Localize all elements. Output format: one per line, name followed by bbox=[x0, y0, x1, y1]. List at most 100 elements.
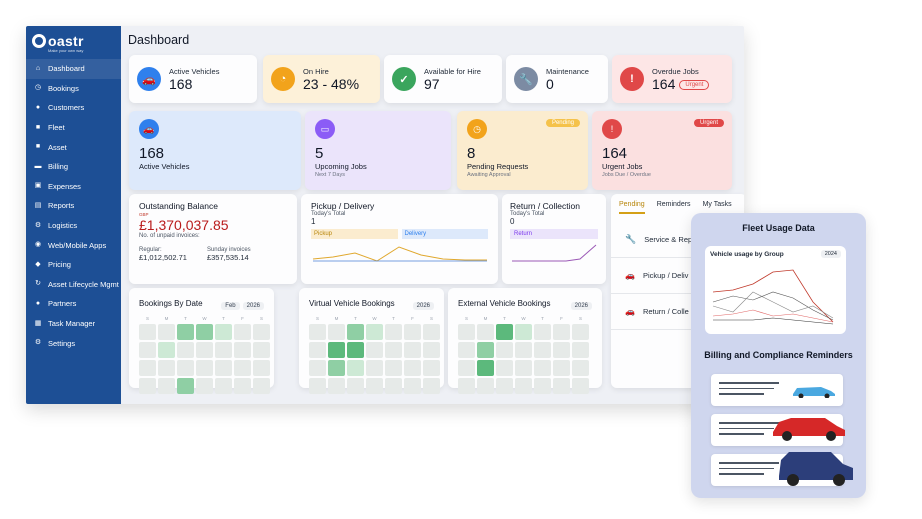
calendar-day[interactable] bbox=[458, 324, 475, 340]
sidebar-item-dashboard[interactable]: ⌂ Dashboard bbox=[26, 59, 121, 79]
kpi-available-for-hire[interactable]: ✓ Available for Hire 97 bbox=[384, 55, 502, 103]
calendar-day[interactable] bbox=[423, 324, 440, 340]
calendar-day[interactable] bbox=[458, 342, 475, 358]
summary-card-pending-requests[interactable]: ◷ Pending 8 Pending Requests Awaiting Ap… bbox=[457, 111, 588, 190]
brand-logo[interactable]: oastr Make your own way bbox=[26, 26, 121, 56]
calendar-day[interactable] bbox=[404, 342, 421, 358]
year-select[interactable]: 2026 bbox=[242, 302, 264, 310]
calendar-day[interactable] bbox=[253, 360, 270, 376]
calendar-day[interactable] bbox=[496, 324, 513, 340]
calendar-day[interactable] bbox=[253, 378, 270, 394]
sidebar-item-settings[interactable]: ⚙ Settings bbox=[26, 333, 121, 353]
calendar-day[interactable] bbox=[385, 342, 402, 358]
sidebar-item-customers[interactable]: ● Customers bbox=[26, 98, 121, 118]
calendar-day[interactable] bbox=[553, 360, 570, 376]
year-select[interactable]: 2026 bbox=[412, 302, 434, 310]
calendar-day[interactable] bbox=[328, 324, 345, 340]
calendar-day[interactable] bbox=[234, 342, 251, 358]
calendar-day[interactable] bbox=[234, 360, 251, 376]
kpi-maintenance[interactable]: 🔧 Maintenance 0 bbox=[506, 55, 608, 103]
calendar-day[interactable] bbox=[553, 342, 570, 358]
calendar-day[interactable] bbox=[477, 324, 494, 340]
calendar-day[interactable] bbox=[215, 360, 232, 376]
calendar-day[interactable] bbox=[139, 360, 156, 376]
sidebar-item-web-mobile-apps[interactable]: ◉ Web/Mobile Apps bbox=[26, 235, 121, 255]
tab-reminders[interactable]: Reminders bbox=[657, 201, 691, 214]
sidebar-item-task-manager[interactable]: ▦ Task Manager bbox=[26, 314, 121, 334]
calendar-day[interactable] bbox=[158, 324, 175, 340]
calendar-day[interactable] bbox=[572, 324, 589, 340]
calendar-day[interactable] bbox=[477, 360, 494, 376]
calendar-day[interactable] bbox=[553, 378, 570, 394]
calendar-day[interactable] bbox=[458, 378, 475, 394]
sidebar-item-asset-lifecycle-mgmt[interactable]: ↻ Asset Lifecycle Mgmt bbox=[26, 275, 121, 295]
reminder-card[interactable] bbox=[711, 414, 845, 446]
sidebar-item-partners[interactable]: ● Partners bbox=[26, 294, 121, 314]
sidebar-item-expenses[interactable]: ▣ Expenses bbox=[26, 177, 121, 197]
calendar-day[interactable] bbox=[347, 360, 364, 376]
summary-card-active-vehicles[interactable]: 🚗 168 Active Vehicles bbox=[129, 111, 301, 190]
calendar-day[interactable] bbox=[328, 360, 345, 376]
sidebar-item-asset[interactable]: ■ Asset bbox=[26, 137, 121, 157]
calendar-day[interactable] bbox=[553, 324, 570, 340]
calendar-day[interactable] bbox=[196, 342, 213, 358]
calendar-day[interactable] bbox=[458, 360, 475, 376]
sidebar-item-pricing[interactable]: ◆ Pricing bbox=[26, 255, 121, 275]
kpi-on-hire[interactable]: ◔ On Hire 23 - 48% bbox=[263, 55, 380, 103]
calendar-day[interactable] bbox=[253, 324, 270, 340]
chart-year-select[interactable]: 2024 bbox=[820, 250, 841, 258]
calendar-day[interactable] bbox=[366, 324, 383, 340]
calendar-day[interactable] bbox=[572, 378, 589, 394]
calendar-day[interactable] bbox=[309, 324, 326, 340]
calendar-day[interactable] bbox=[196, 324, 213, 340]
tab-pending[interactable]: Pending bbox=[619, 201, 645, 214]
calendar-day[interactable] bbox=[328, 378, 345, 394]
calendar-day[interactable] bbox=[366, 378, 383, 394]
calendar-day[interactable] bbox=[139, 324, 156, 340]
calendar-day[interactable] bbox=[139, 378, 156, 394]
calendar-day[interactable] bbox=[196, 378, 213, 394]
calendar-day[interactable] bbox=[215, 324, 232, 340]
sidebar-item-fleet[interactable]: ■ Fleet bbox=[26, 118, 121, 138]
calendar-day[interactable] bbox=[404, 324, 421, 340]
calendar-day[interactable] bbox=[309, 360, 326, 376]
pickup-delivery-card[interactable]: Pickup / Delivery Today's Total 1 Pickup… bbox=[301, 194, 498, 284]
calendar-day[interactable] bbox=[534, 342, 551, 358]
calendar-day[interactable] bbox=[385, 324, 402, 340]
calendar-day[interactable] bbox=[234, 378, 251, 394]
reminder-card[interactable] bbox=[711, 452, 853, 486]
calendar-day[interactable] bbox=[366, 342, 383, 358]
calendar-day[interactable] bbox=[404, 360, 421, 376]
calendar-day[interactable] bbox=[309, 342, 326, 358]
summary-card-upcoming-jobs[interactable]: ▭ 5 Upcoming Jobs Next 7 Days bbox=[305, 111, 451, 190]
summary-card-urgent-jobs[interactable]: ! Urgent 164 Urgent Jobs Jobs Due / Over… bbox=[592, 111, 732, 190]
calendar-day[interactable] bbox=[385, 378, 402, 394]
calendar-day[interactable] bbox=[423, 360, 440, 376]
sidebar-item-billing[interactable]: ▬ Billing bbox=[26, 157, 121, 177]
calendar-day[interactable] bbox=[477, 378, 494, 394]
outstanding-balance-card[interactable]: Outstanding Balance GBP £1,370,037.85 No… bbox=[129, 194, 297, 284]
calendar-day[interactable] bbox=[158, 378, 175, 394]
calendar-day[interactable] bbox=[177, 360, 194, 376]
calendar-day[interactable] bbox=[423, 378, 440, 394]
reminder-card[interactable] bbox=[711, 374, 843, 406]
calendar-day[interactable] bbox=[534, 360, 551, 376]
calendar-day[interactable] bbox=[572, 360, 589, 376]
calendar-day[interactable] bbox=[347, 324, 364, 340]
calendar-day[interactable] bbox=[309, 378, 326, 394]
kpi-overdue-jobs[interactable]: ! Overdue Jobs 164 Urgent bbox=[612, 55, 732, 103]
calendar-day[interactable] bbox=[366, 360, 383, 376]
calendar-day[interactable] bbox=[328, 342, 345, 358]
calendar-day[interactable] bbox=[234, 324, 251, 340]
calendar-day[interactable] bbox=[177, 378, 194, 394]
kpi-active-vehicles[interactable]: 🚗 Active Vehicles 168 bbox=[129, 55, 257, 103]
calendar-day[interactable] bbox=[253, 342, 270, 358]
calendar-day[interactable] bbox=[404, 378, 421, 394]
calendar-day[interactable] bbox=[347, 378, 364, 394]
calendar-day[interactable] bbox=[158, 342, 175, 358]
calendar-day[interactable] bbox=[496, 342, 513, 358]
calendar-day[interactable] bbox=[496, 378, 513, 394]
calendar-day[interactable] bbox=[515, 342, 532, 358]
calendar-day[interactable] bbox=[515, 360, 532, 376]
calendar-day[interactable] bbox=[347, 342, 364, 358]
